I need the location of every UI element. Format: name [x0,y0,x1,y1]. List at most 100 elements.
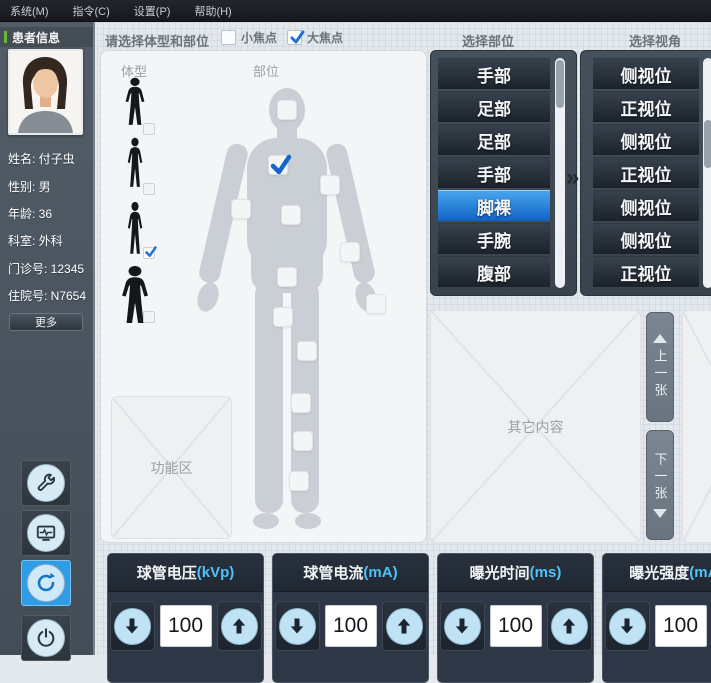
part-list-panel: 手部 足部 足部 手部 脚裸 手腕 腹部 [430,50,577,296]
ms-decrease-button[interactable] [440,601,485,651]
mas-decrease-button[interactable] [605,601,650,651]
function-area-box: 功能区 [111,396,232,539]
view-item[interactable]: 侧视位 [593,223,699,254]
hotspot-pelvis[interactable] [273,307,293,327]
ms-panel: 曝光时间(ms) 100 [437,553,594,683]
body-type-option-4[interactable] [115,265,155,325]
hotspot-hand[interactable] [366,294,386,314]
hotspot-elbow[interactable] [340,242,360,262]
ma-value[interactable]: 100 [325,605,377,647]
power-button[interactable] [21,615,71,661]
ma-panel: 球管电流(mA) 100 [272,553,429,683]
arrow-down-icon [444,608,481,645]
reset-icon [27,564,65,602]
mas-panel: 曝光强度(mAs) 100 [602,553,711,683]
mas-value[interactable]: 100 [655,605,707,647]
menu-bar: 系统(M) 指令(C) 设置(P) 帮助(H) [0,0,711,22]
view-item[interactable]: 侧视位 [593,58,699,89]
kvp-increase-button[interactable] [217,601,262,651]
part-item[interactable]: 足部 [438,124,550,155]
part-item[interactable]: 手部 [438,58,550,89]
more-button[interactable]: 更多 [9,313,83,331]
ms-value[interactable]: 100 [490,605,542,647]
kvp-unit-text: (kVp) [197,564,235,581]
view-item[interactable]: 正视位 [593,256,699,287]
patient-age: 年龄: 36 [8,205,52,222]
hotspot-head[interactable] [277,100,297,120]
tools-button[interactable] [21,460,71,506]
ms-unit-text: (ms) [530,564,562,581]
function-area-label: 功能区 [112,397,231,538]
view-item[interactable]: 侧视位 [593,190,699,221]
view-list-scroll-thumb[interactable] [704,120,711,168]
small-focus-checkbox[interactable] [221,30,236,45]
body-type-checkbox-3[interactable] [143,247,155,259]
patient-info-header: 患者信息 [0,27,93,47]
patient-sidebar: 患者信息 姓名: 付子虫 性别: 男 年龄: 36 科室: 外科 门诊号: 12… [0,22,95,655]
body-type-checkbox-4[interactable] [143,311,155,323]
view-item[interactable]: 侧视位 [593,124,699,155]
hotspot-chest-center[interactable] [281,205,301,225]
ms-increase-button[interactable] [547,601,592,651]
mas-panel-title: 曝光强度(mAs) [603,554,711,592]
body-type-option-1[interactable] [115,77,155,137]
large-focus-option[interactable]: 大焦点 [287,29,343,46]
power-icon [27,619,65,657]
part-item[interactable]: 腹部 [438,256,550,287]
arrow-up-icon [386,608,423,645]
reset-button[interactable] [21,560,71,606]
patient-outpatient-no: 门诊号: 12345 [8,260,84,277]
menu-system[interactable]: 系统(M) [10,3,49,19]
ma-increase-button[interactable] [382,601,427,651]
body-type-checkbox-2[interactable] [143,183,155,195]
green-accent-bar [4,31,7,43]
view-item[interactable]: 正视位 [593,91,699,122]
view-list-scrollbar[interactable] [703,58,711,288]
patient-name: 姓名: 付子虫 [8,150,75,167]
body-type-checkbox-1[interactable] [143,123,155,135]
hotspot-thigh[interactable] [297,341,317,361]
part-list-scroll-thumb[interactable] [556,60,564,108]
arrow-down-icon [653,509,667,518]
menu-command[interactable]: 指令(C) [73,3,110,19]
menu-help[interactable]: 帮助(H) [194,3,231,19]
part-item[interactable]: 足部 [438,91,550,122]
ms-title-text: 曝光时间 [470,562,530,583]
patient-inpatient-no: 住院号: N7654 [8,287,86,304]
menu-settings[interactable]: 设置(P) [134,3,171,19]
prev-page-button[interactable]: 上一张 [646,312,674,422]
view-item[interactable]: 正视位 [593,157,699,188]
patient-department: 科室: 外科 [8,232,63,249]
ma-title-text: 球管电流 [303,562,363,583]
hotspot-ankle[interactable] [289,471,309,491]
part-item[interactable]: 手部 [438,157,550,188]
body-type-option-3[interactable] [115,201,155,261]
next-page-button[interactable]: 下一张 [646,430,674,540]
part-list-title: 选择部位 [462,31,514,50]
monitor-button[interactable] [21,510,71,556]
check-icon [268,152,294,178]
mas-title-text: 曝光强度 [629,562,689,583]
hotspot-shin[interactable] [293,431,313,451]
large-focus-label: 大焦点 [307,29,343,46]
small-focus-option[interactable]: 小焦点 [221,29,277,46]
body-type-option-2[interactable] [115,137,155,197]
hotspot-chest-left[interactable] [268,155,288,175]
kvp-value[interactable]: 100 [160,605,212,647]
hotspot-knee[interactable] [291,393,311,413]
part-item-selected[interactable]: 脚裸 [438,190,550,221]
part-item[interactable]: 手腕 [438,223,550,254]
ma-decrease-button[interactable] [275,601,320,651]
large-focus-checkbox[interactable] [287,30,302,45]
prev-page-label: 上一张 [651,349,670,400]
arrow-up-icon [653,334,667,343]
patient-photo [8,49,83,135]
ma-unit-text: (mA) [363,564,397,581]
part-list-scrollbar[interactable] [555,58,565,288]
hotspot-arm[interactable] [231,199,251,219]
hotspot-abdomen[interactable] [277,267,297,287]
hotspot-shoulder[interactable] [320,175,340,195]
selection-title: 请选择体型和部位 [105,31,209,50]
kvp-decrease-button[interactable] [110,601,155,651]
main-area: 请选择体型和部位 小焦点 大焦点 选择部位 选择视角 体型 部位 [97,22,711,655]
